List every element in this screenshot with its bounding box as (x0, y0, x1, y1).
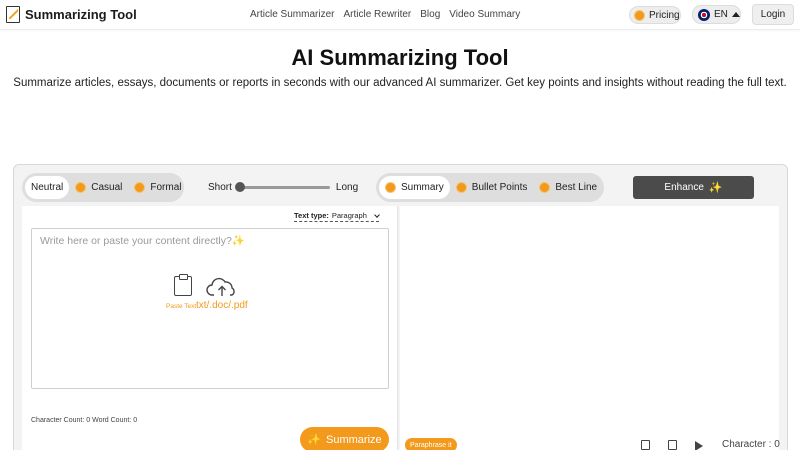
summarize-button[interactable]: ✨ Summarize (300, 427, 389, 450)
mode-best-line-label: Best Line (555, 182, 598, 193)
text-type-value: Paragraph (331, 211, 367, 220)
character-word-count: Character Count: 0 Word Count: 0 (31, 417, 138, 424)
length-slider[interactable] (234, 182, 330, 192)
pricing-label: Pricing (649, 9, 680, 21)
download-icon[interactable] (641, 440, 650, 450)
nav-article-summarizer[interactable]: Article Summarizer (250, 9, 334, 20)
tone-selector: Neutral Casual Formal (22, 173, 184, 202)
text-type-dropdown[interactable]: Text type: Paragraph (294, 211, 380, 222)
mode-best-line[interactable]: Best Line (533, 176, 603, 199)
tone-neutral-label: Neutral (31, 182, 64, 193)
logo-icon (6, 6, 20, 23)
tone-casual[interactable]: Casual (69, 176, 128, 199)
paste-text-label[interactable]: Paste Text (166, 303, 196, 310)
chevron-down-icon (374, 211, 380, 218)
language-label: EN (714, 9, 728, 20)
mode-summary[interactable]: Summary (379, 176, 450, 199)
login-button[interactable]: Login (752, 4, 794, 25)
tone-formal-label: Formal (150, 182, 182, 193)
length-max-label: Long (335, 182, 359, 193)
sparkle-icon: ✨ (231, 235, 245, 247)
page-title: AI Summarizing Tool (291, 45, 509, 70)
casual-icon (75, 182, 87, 193)
upload-file-types[interactable]: txt/.doc/.pdf (196, 300, 248, 311)
summarize-label: Summarize (326, 433, 382, 446)
copy-icon[interactable] (668, 440, 677, 450)
tone-casual-label: Casual (91, 182, 123, 193)
top-header: Summarizing Tool Article Summarizer Arti… (0, 0, 800, 30)
length-slider-thumb[interactable] (234, 182, 245, 192)
mode-bullet-points[interactable]: Bullet Points (450, 176, 534, 199)
nav-article-rewriter[interactable]: Article Rewriter (343, 9, 411, 20)
length-control: Short Long (208, 182, 358, 193)
magic-wand-icon: ✨ (708, 182, 723, 194)
clipboard-icon[interactable] (174, 274, 192, 296)
length-min-label: Short (208, 182, 232, 193)
placeholder-text: Write here or paste your content directl… (40, 235, 232, 247)
logo-text: Summarizing Tool (25, 7, 137, 22)
tone-neutral[interactable]: Neutral (25, 176, 70, 199)
magic-wand-icon: ✨ (307, 434, 322, 446)
page-subtitle: Summarize articles, essays, documents or… (13, 77, 787, 89)
enhance-label: Enhance (664, 182, 704, 193)
summary-icon (385, 182, 396, 193)
uk-flag-icon (698, 8, 710, 21)
tone-formal[interactable]: Formal (128, 176, 187, 199)
content-placeholder: Write here or paste your content directl… (40, 234, 245, 247)
output-panel (400, 206, 779, 450)
main-nav: Article Summarizer Article Rewriter Blog… (250, 9, 520, 20)
mode-selector: Summary Bullet Points Best Line (376, 173, 604, 202)
paraphrase-button[interactable]: Paraphrase it (405, 438, 457, 450)
play-icon[interactable] (695, 441, 703, 450)
bullet-list-icon (455, 182, 467, 193)
formal-icon (134, 182, 146, 193)
caret-up-icon (731, 12, 740, 17)
pricing-button[interactable]: Pricing (629, 6, 681, 24)
logo[interactable]: Summarizing Tool (6, 6, 137, 23)
output-character-count: Character : 0 (722, 439, 780, 450)
coin-icon (634, 9, 645, 21)
mode-bullet-points-label: Bullet Points (471, 182, 528, 193)
nav-video-summary[interactable]: Video Summary (449, 9, 520, 20)
language-selector[interactable]: EN (692, 5, 741, 24)
nav-blog[interactable]: Blog (420, 9, 440, 20)
enhance-button[interactable]: Enhance ✨ (633, 176, 754, 199)
best-line-icon (539, 182, 551, 193)
cloud-upload-icon[interactable] (206, 276, 238, 298)
mode-summary-label: Summary (401, 182, 444, 193)
text-type-label: Text type: (294, 211, 329, 220)
